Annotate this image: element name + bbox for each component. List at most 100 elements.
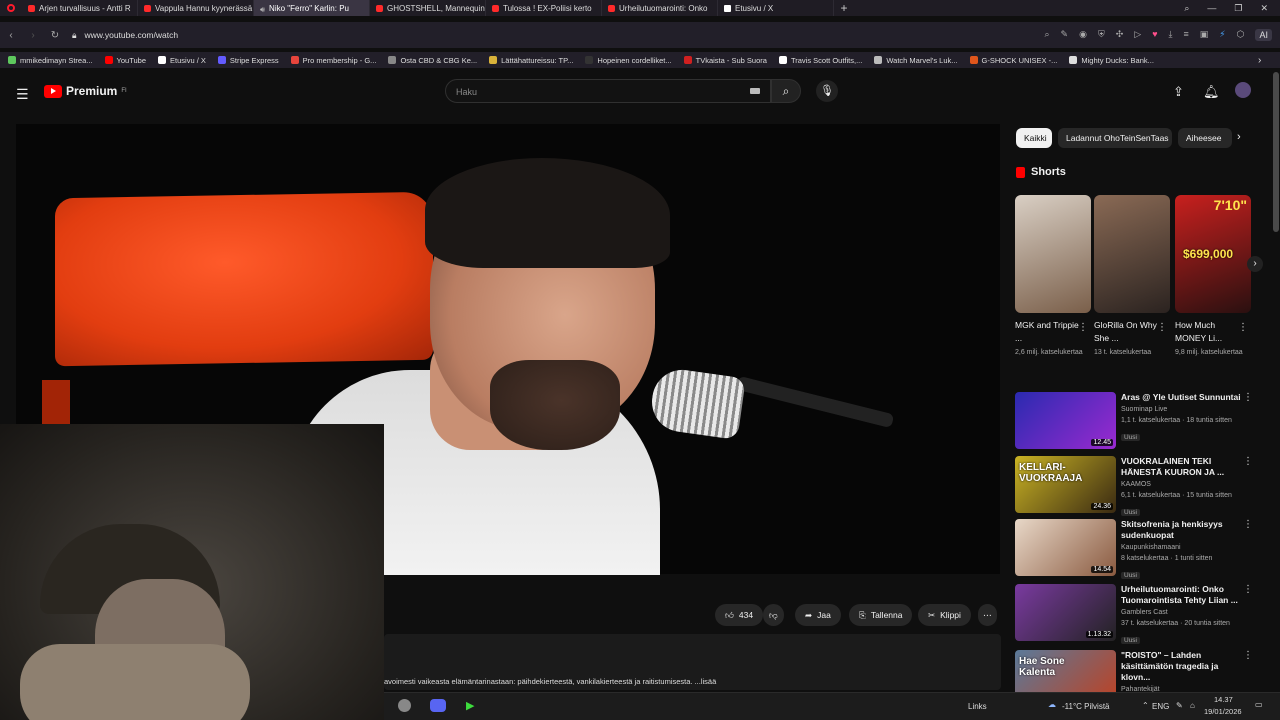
url-field[interactable]: www.youtube.com/watch: [85, 30, 179, 40]
more-actions-button[interactable]: ⋯: [978, 604, 997, 626]
notifications-bell-icon[interactable]: 🔔︎: [1203, 84, 1220, 100]
tray-chevron-icon[interactable]: ⌃: [1142, 701, 1149, 710]
short-more-icon[interactable]: ⋮: [1157, 322, 1167, 333]
taskbar-app-icon[interactable]: [398, 699, 411, 712]
discord-icon[interactable]: [430, 699, 446, 712]
extension-box-icon[interactable]: ▣: [1200, 29, 1209, 41]
video-title[interactable]: Skitsofrenia ja henkisyys sudenkuopat: [1121, 519, 1246, 541]
minimize-icon[interactable]: —: [1207, 3, 1216, 14]
clock-date[interactable]: 19/01/2026: [1204, 707, 1242, 716]
video-channel[interactable]: Kaupunkishamaani: [1121, 542, 1246, 553]
youtube-premium-logo[interactable]: Premium FI: [44, 84, 127, 98]
voice-search-button[interactable]: 🎙︎: [816, 80, 838, 102]
extension-play-icon[interactable]: ▷: [1134, 29, 1141, 41]
language-indicator[interactable]: ENG: [1152, 702, 1169, 711]
video-more-icon[interactable]: ⋮: [1243, 392, 1253, 403]
tab-0[interactable]: Arjen turvallisuus - Antti R: [22, 0, 138, 16]
video-more-icon[interactable]: ⋮: [1243, 650, 1253, 661]
video-channel[interactable]: KAAMOS: [1121, 479, 1246, 490]
network-icon[interactable]: ⌂: [1190, 701, 1195, 710]
save-button[interactable]: ⎘ Tallenna: [849, 604, 913, 626]
chips-next-icon[interactable]: ›: [1237, 131, 1241, 143]
video-thumbnail[interactable]: 12.45: [1015, 392, 1116, 449]
filter-chip[interactable]: Ladannut OhoTeinSenTaas: [1058, 128, 1172, 148]
extension-search-icon[interactable]: ⌕: [1045, 29, 1050, 41]
bookmark-item[interactable]: Lättähattureissu: TP...: [489, 56, 573, 65]
bookmarks-overflow-icon[interactable]: ›: [1258, 55, 1261, 66]
short-thumbnail[interactable]: $699,000 7'10": [1175, 195, 1251, 313]
search-button[interactable]: ⌕: [771, 79, 801, 103]
bookmark-item[interactable]: G-SHOCK UNISEX -...: [969, 56, 1057, 65]
ai-button[interactable]: AI: [1255, 29, 1272, 41]
recommended-video[interactable]: KELLARI-VUOKRAAJA 24.36 VUOKRALAINEN TEKI …: [1015, 456, 1257, 518]
media-play-icon[interactable]: ▶: [466, 699, 474, 712]
extension-puzzle-icon[interactable]: ✣: [1116, 29, 1124, 41]
extension-vpn-icon[interactable]: ⚡: [1219, 29, 1225, 41]
bookmark-item[interactable]: Etusivu / X: [158, 56, 206, 65]
video-title[interactable]: "ROISTO" – Lahden käsittämätön tragedia …: [1121, 650, 1246, 683]
menu-icon[interactable]: ≡: [1184, 29, 1189, 41]
opera-logo-icon[interactable]: [0, 4, 22, 12]
video-thumbnail[interactable]: KELLARI-VUOKRAAJA 24.36: [1015, 456, 1116, 513]
search-tabs-icon[interactable]: ⌕: [1184, 3, 1189, 14]
bookmark-item[interactable]: YouTube: [104, 56, 146, 65]
shorts-next-icon[interactable]: ›: [1247, 256, 1263, 272]
video-title[interactable]: VUOKRALAINEN TEKI HÄNESTÄ KUURON JA ...: [1121, 456, 1246, 478]
keyboard-icon[interactable]: [750, 88, 760, 94]
recommended-video[interactable]: 14.54 Skitsofrenia ja henkisyys sudenkuop…: [1015, 519, 1257, 581]
short-title[interactable]: GloRilla On Why She ...: [1094, 319, 1164, 345]
filter-chip[interactable]: Kaikki: [1016, 128, 1052, 148]
video-thumbnail[interactable]: 14.54: [1015, 519, 1116, 576]
bookmark-item[interactable]: mmikedimayn Strea...: [8, 56, 93, 65]
extension-edit-icon[interactable]: ✎: [1061, 29, 1069, 41]
dislike-button[interactable]: 👎︎: [763, 604, 784, 626]
extension-shield-icon[interactable]: ⛨: [1098, 29, 1105, 41]
pen-icon[interactable]: ✎: [1176, 701, 1183, 710]
video-more-icon[interactable]: ⋮: [1243, 456, 1253, 467]
back-icon[interactable]: ‹: [0, 30, 22, 41]
like-button[interactable]: 👍︎ 434: [715, 604, 764, 626]
avatar[interactable]: [1235, 82, 1251, 98]
short-thumbnail[interactable]: [1015, 195, 1091, 313]
tab-4[interactable]: Tulossa ! EX-Poliisi kerto: [486, 0, 602, 16]
short-title[interactable]: MGK and Trippie ...: [1015, 319, 1085, 345]
bookmark-item[interactable]: TVkaista - Sub Suora: [683, 56, 767, 65]
video-title[interactable]: Urheilutuomarointi: Onko Tuomarointista …: [1121, 584, 1246, 606]
video-more-icon[interactable]: ⋮: [1243, 584, 1253, 595]
upload-icon[interactable]: ⇪: [1173, 84, 1184, 100]
close-window-icon[interactable]: ✕: [1260, 3, 1268, 14]
notification-center-icon[interactable]: ▭: [1255, 700, 1263, 709]
video-channel[interactable]: Gamblers Cast: [1121, 607, 1246, 618]
tab-3[interactable]: GHOSTSHELL, Mannequin: [370, 0, 486, 16]
clock-time[interactable]: 14.37: [1214, 695, 1233, 704]
bookmark-item[interactable]: Osta CBD & CBG Ke...: [388, 56, 477, 65]
share-button[interactable]: ➦ Jaa: [795, 604, 841, 626]
reload-icon[interactable]: ↻: [44, 30, 66, 41]
bookmark-item[interactable]: Pro membership - G...: [290, 56, 376, 65]
bookmark-item[interactable]: Travis Scott Outfits,...: [778, 56, 862, 65]
extension-camera-icon[interactable]: ◉: [1079, 29, 1087, 41]
short-more-icon[interactable]: ⋮: [1078, 322, 1088, 333]
video-channel[interactable]: Suominap Live: [1121, 404, 1246, 415]
bookmark-item[interactable]: Mighty Ducks: Bank...: [1069, 56, 1154, 65]
tab-1[interactable]: Vappula Hannu kyynerässä: [138, 0, 254, 16]
recommended-video[interactable]: 1.13.32 Urheilutuomarointi: Onko Tuomaroi…: [1015, 584, 1257, 646]
forward-icon[interactable]: ›: [22, 30, 44, 41]
recommended-video[interactable]: 12.45 Aras @ Yle Uutiset Sunnuntai Suomina…: [1015, 392, 1257, 454]
bookmark-item[interactable]: Hopeinen cordelliket...: [585, 56, 672, 65]
search-input[interactable]: Haku: [445, 79, 771, 103]
download-icon[interactable]: ⤓: [1169, 29, 1173, 41]
short-title[interactable]: How Much MONEY Li...: [1175, 319, 1245, 345]
extension-cube-icon[interactable]: ⬡: [1237, 29, 1245, 41]
tab-2[interactable]: 🔊︎ Niko "Ferro" Karlin: Pu: [254, 0, 370, 16]
tab-5[interactable]: Urheilutuomarointi: Onko: [602, 0, 718, 16]
description-text[interactable]: avoimesti vaikeasta elämäntarinastaan: p…: [384, 677, 716, 686]
short-thumbnail[interactable]: [1094, 195, 1170, 313]
hamburger-menu-icon[interactable]: ☰: [16, 86, 29, 103]
video-more-icon[interactable]: ⋮: [1243, 519, 1253, 530]
bookmark-item[interactable]: Watch Marvel's Luk...: [874, 56, 958, 65]
weather-text[interactable]: -11°C Pilvistä: [1062, 702, 1110, 711]
lock-icon[interactable]: 🔒︎: [72, 30, 77, 41]
filter-chip[interactable]: Aiheesee: [1178, 128, 1232, 148]
page-scrollbar[interactable]: [1273, 72, 1279, 232]
